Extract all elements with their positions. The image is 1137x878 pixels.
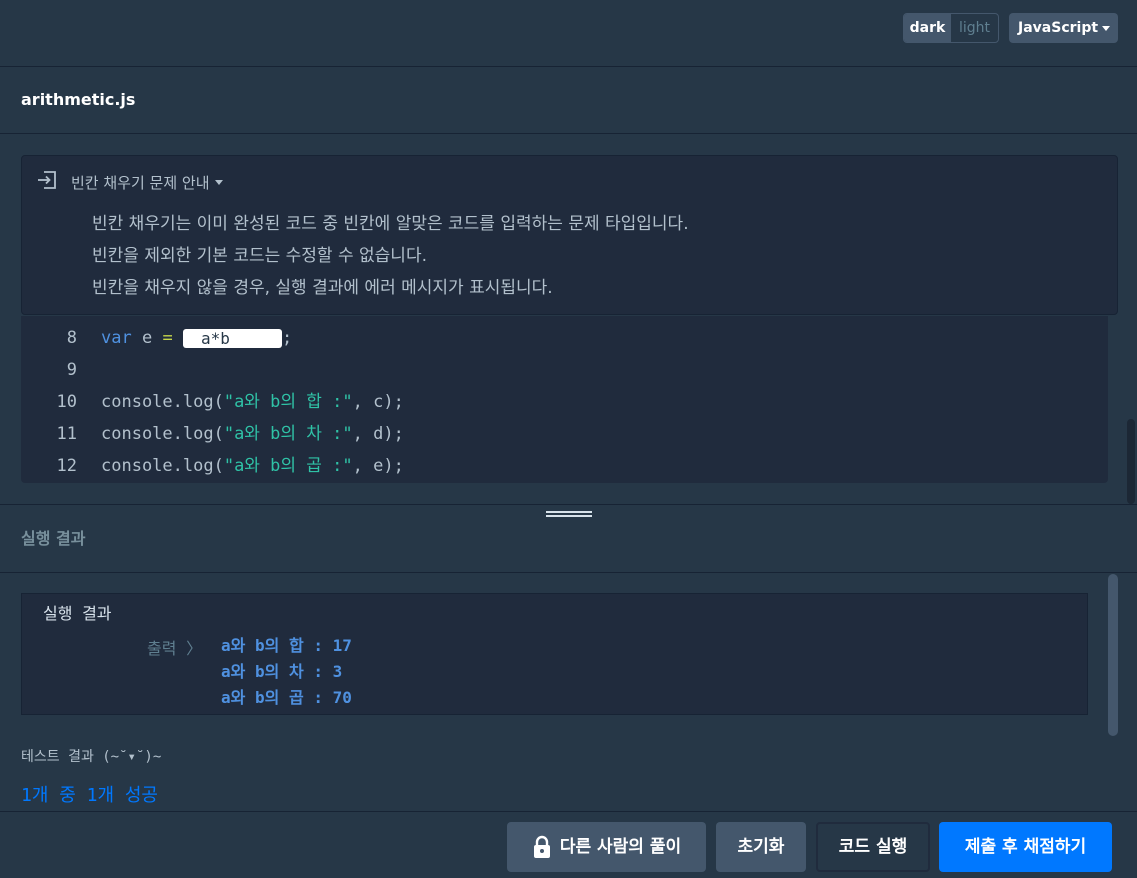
test-summary: 1개 중 1개 성공	[21, 785, 158, 806]
code-editor-panel: 빈칸 채우기 문제 안내 빈칸 채우기는 이미 완성된 코드 중 빈칸에 알맞은…	[0, 135, 1137, 504]
code-line: 12 console.log("a와 b의 곱 :", e);	[21, 450, 404, 482]
theme-dark-option[interactable]: dark	[904, 14, 951, 42]
code-string: "a와 b의 곱 :"	[223, 456, 353, 476]
line-number: 9	[66, 360, 77, 380]
caret-down-icon	[214, 179, 223, 185]
code-call: console.log(	[101, 424, 224, 444]
code-rest: , d);	[352, 424, 404, 444]
result-scrollbar[interactable]	[1108, 574, 1118, 736]
output-prefix: 출력 〉	[147, 639, 203, 658]
other-solutions-label: 다른 사람의 풀이	[559, 837, 682, 857]
code-string: "a와 b의 합 :"	[223, 392, 353, 412]
guide-line: 빈칸을 제외한 기본 코드는 수정할 수 없습니다.	[92, 246, 427, 266]
guide-title: 빈칸 채우기 문제 안내	[71, 173, 210, 192]
run-code-button[interactable]: 코드 실행	[816, 822, 930, 872]
result-section-label: 실행 결과	[21, 529, 86, 548]
code-line: 9	[21, 354, 77, 386]
top-bar: dark light JavaScript	[0, 0, 1137, 67]
submit-button[interactable]: 제출 후 채점하기	[939, 822, 1112, 872]
result-header: 실행 결과	[0, 504, 1137, 573]
code-area[interactable]: 8 var e = a*b; 9 10 console.log("a와 b의 합…	[21, 316, 1108, 483]
theme-toggle[interactable]: dark light	[903, 13, 999, 43]
guide-line: 빈칸을 채우지 않을 경우, 실행 결과에 에러 메시지가 표시됩니다.	[92, 278, 553, 298]
code-text: console.log("a와 b의 곱 :", e);	[101, 450, 404, 482]
code-line: 8 var e = a*b;	[21, 322, 292, 354]
code-call: console.log(	[101, 456, 224, 476]
code-identifier: e	[131, 328, 163, 348]
output-lines: a와 b의 합 : 17 a와 b의 차 : 3 a와 b의 곱 : 70	[221, 633, 352, 711]
sign-in-icon	[36, 170, 58, 194]
theme-light-option[interactable]: light	[951, 14, 998, 42]
reset-button[interactable]: 초기화	[716, 822, 806, 872]
chevron-down-icon	[1102, 26, 1110, 31]
file-name[interactable]: arithmetic.js	[21, 90, 135, 109]
output-line: a와 b의 합 : 17	[221, 636, 352, 655]
resize-handle[interactable]	[546, 511, 592, 521]
code-call: console.log(	[101, 392, 224, 412]
blank-fill-guide: 빈칸 채우기 문제 안내 빈칸 채우기는 이미 완성된 코드 중 빈칸에 알맞은…	[21, 155, 1118, 315]
language-select[interactable]: JavaScript	[1009, 13, 1118, 43]
blank-input[interactable]: a*b	[182, 329, 282, 348]
line-number: 12	[56, 456, 77, 476]
code-keyword: var	[101, 328, 132, 348]
language-select-value: JavaScript	[1018, 20, 1099, 36]
code-line: 11 console.log("a와 b의 차 :", d);	[21, 418, 404, 450]
code-line: 10 console.log("a와 b의 합 :", c);	[21, 386, 404, 418]
test-result-label: 테스트 결과 (~˘▾˘)~	[21, 749, 162, 765]
output-line: a와 b의 차 : 3	[221, 662, 343, 681]
code-rest: , c);	[352, 392, 404, 412]
code-text: console.log("a와 b의 차 :", d);	[101, 418, 404, 450]
code-operator: =	[162, 328, 173, 348]
line-number: 10	[56, 392, 77, 412]
file-tab-bar: arithmetic.js	[0, 68, 1137, 134]
line-number: 8	[66, 328, 77, 348]
code-rest: , e);	[352, 456, 404, 476]
code-string: "a와 b의 차 :"	[223, 424, 353, 444]
lock-icon	[533, 835, 550, 858]
output-box: 실행 결과 출력 〉 a와 b의 합 : 17 a와 b의 차 : 3 a와 b…	[21, 593, 1088, 715]
line-number: 11	[56, 424, 77, 444]
code-text: console.log("a와 b의 합 :", c);	[101, 386, 404, 418]
output-line: a와 b의 곱 : 70	[221, 688, 352, 707]
code-tail: ;	[281, 328, 293, 348]
other-solutions-button[interactable]: 다른 사람의 풀이	[507, 822, 706, 872]
result-panel: 실행 결과 출력 〉 a와 b의 합 : 17 a와 b의 차 : 3 a와 b…	[0, 574, 1137, 811]
code-text: var e = a*b;	[101, 322, 292, 354]
guide-line: 빈칸 채우기는 이미 완성된 코드 중 빈칸에 알맞은 코드를 입력하는 문제 …	[92, 214, 689, 234]
guide-body: 빈칸 채우기는 이미 완성된 코드 중 빈칸에 알맞은 코드를 입력하는 문제 …	[92, 208, 689, 304]
bottom-toolbar: 다른 사람의 풀이 초기화 코드 실행 제출 후 채점하기	[0, 811, 1137, 878]
output-title: 실행 결과	[43, 604, 112, 623]
editor-scrollbar[interactable]	[1127, 419, 1135, 504]
guide-toggle[interactable]: 빈칸 채우기 문제 안내	[36, 170, 223, 194]
